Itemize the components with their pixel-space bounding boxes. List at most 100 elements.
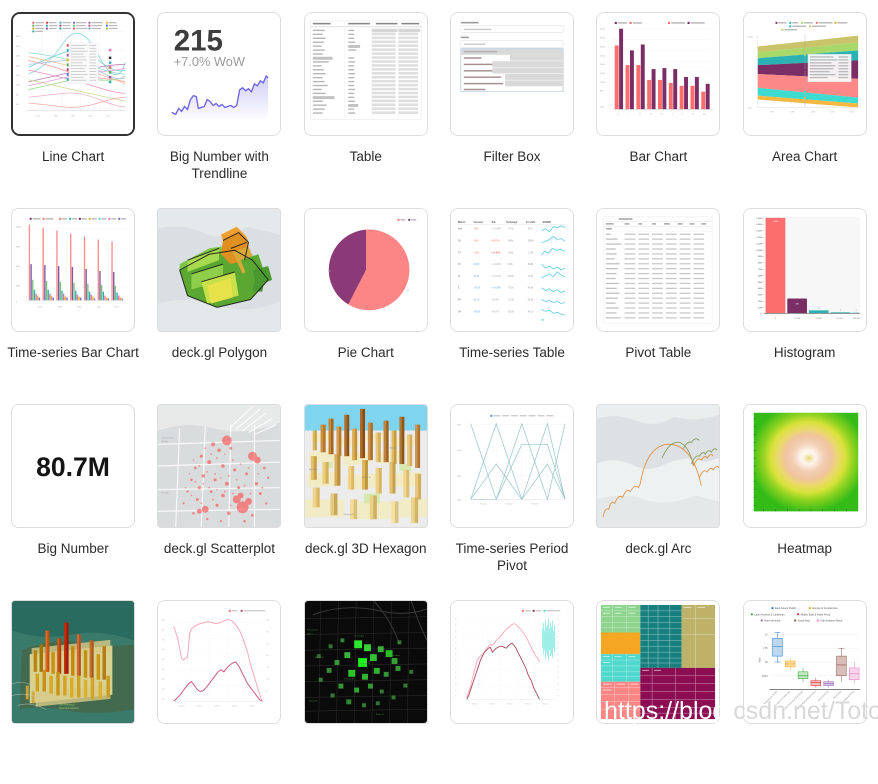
svg-text:Sub-Saharan Africa: Sub-Saharan Africa xyxy=(820,618,843,622)
gallery-item-label: Pivot Table xyxy=(625,345,692,360)
gallery-item-label: Filter Box xyxy=(483,149,541,164)
thumbnail-deckgl-screengrid[interactable]: Fisherman's Wharf Pacific Ave Market St Mi… xyxy=(303,600,428,724)
svg-text:Pacific Ave: Pacific Ave xyxy=(354,634,365,637)
deckgl-polygon-preview xyxy=(158,209,281,331)
svg-text:1970: 1970 xyxy=(36,116,40,118)
gallery-item-timeseries-table[interactable]: Metric Current %Δ %change 1st AVG SPARK shar… xyxy=(439,196,585,392)
gallery-item-histogram[interactable]: 1,500 1,400 1,300 1,200 1,100 1,000 900 800 70… xyxy=(731,196,877,392)
svg-text:-50.0: -50.0 xyxy=(474,229,480,231)
thumbnail-big-number[interactable]: 80.7M xyxy=(11,404,136,528)
svg-text:Mission: Mission xyxy=(389,447,396,449)
thumbnail-filter-box[interactable] xyxy=(450,12,575,136)
svg-text:shar: shar xyxy=(458,228,463,231)
gallery-item-box-plot[interactable]: East Asia & Pacific Europe & Central Asi… xyxy=(731,588,877,784)
gallery-item-deckgl-grid-3d[interactable]: San Francisco Botanical Gardens xyxy=(0,588,146,784)
svg-text:1,000: 1,000 xyxy=(756,250,762,252)
thumbnail-area-chart[interactable]: 5 000 0,00 1970 1980 1990 2000 2010 xyxy=(742,12,867,136)
visualization-gallery-grid: 6,000 5,000 4,000 3,000 2,000 1,000 500 100 xyxy=(0,0,878,784)
thumbnail-heatmap[interactable] xyxy=(742,404,867,528)
svg-text:1B: 1B xyxy=(764,661,767,664)
thumbnail-line-chart[interactable]: 6,000 5,000 4,000 3,000 2,000 1,000 500 100 xyxy=(11,12,136,136)
thumbnail-big-number-trendline[interactable]: 215 +7.0% WoW xyxy=(157,12,282,136)
svg-text:16: 16 xyxy=(455,690,457,692)
thumbnail-deckgl-scatterplot[interactable]: Golden Gate Bridge Presidio xyxy=(157,404,282,528)
svg-text:Market St: Market St xyxy=(315,656,324,659)
gallery-item-table[interactable]: Table xyxy=(293,0,439,196)
gallery-item-heatmap[interactable]: Heatmap xyxy=(731,392,877,588)
thumbnail-histogram[interactable]: 1,500 1,400 1,300 1,200 1,100 1,000 900 800 70… xyxy=(742,208,867,332)
deckgl-arc-preview xyxy=(597,405,720,527)
histogram-preview: 1,5001,4001,300 1,2001,1001,000 90080070… xyxy=(743,209,866,331)
svg-text:East Asia & Pacific: East Asia & Pacific xyxy=(775,606,797,610)
svg-text:San Francisco: San Francisco xyxy=(59,703,75,706)
gallery-item-big-number[interactable]: 80.7M Big Number xyxy=(0,392,146,588)
svg-text:30: 30 xyxy=(557,678,559,680)
svg-text:1990-01: 1990-01 xyxy=(525,703,531,705)
thumbnail-timeseries-table[interactable]: Metric Current %Δ %change 1st AVG SPARK shar… xyxy=(450,208,575,332)
gallery-item-big-number-trendline[interactable]: 215 +7.0% WoW Big Number with Trendline xyxy=(146,0,292,196)
svg-text:1,100: 1,100 xyxy=(756,243,762,245)
gallery-item-timeseries-bar-chart[interactable]: 100M 75M 50M 25M 0 1970 1980 1990 2000 2… xyxy=(0,196,146,392)
svg-text:Wharf: Wharf xyxy=(307,632,313,635)
gallery-item-dual-axis-line[interactable]: 40 38 36 34 32 30 28 26 24 22 20 18 16 14 80 75 70 … xyxy=(439,588,585,784)
svg-text:Value: Value xyxy=(759,656,761,662)
svg-text:2000-01: 2000-01 xyxy=(543,703,549,705)
bar-chart-preview: 4 0003 5003 000 2 5002 0001 500 1 000500… xyxy=(597,13,720,135)
gallery-item-deckgl-screengrid[interactable]: Fisherman's Wharf Pacific Ave Market St Mi… xyxy=(293,588,439,784)
gallery-item-area-chart[interactable]: 5 000 0,00 1970 1980 1990 2000 2010 Area… xyxy=(731,0,877,196)
gallery-item-label: Heatmap xyxy=(777,541,833,556)
svg-text:1990-01: 1990-01 xyxy=(232,705,238,707)
gallery-item-deckgl-hexagon[interactable]: Market St Van Ness Mission Brannan St deck… xyxy=(293,392,439,588)
svg-text:3: 3 xyxy=(855,309,856,311)
deckgl-scatterplot-preview: Golden GateBridge Presidio xyxy=(158,405,281,527)
svg-text:100: 100 xyxy=(162,698,165,700)
thumbnail-deckgl-arc[interactable] xyxy=(596,404,721,528)
svg-text:20: 20 xyxy=(557,690,559,692)
thumbnail-deckgl-hexagon[interactable]: Market St Van Ness Mission Brannan St xyxy=(303,404,428,528)
gallery-item-label: deck.gl Scatterplot xyxy=(163,541,275,556)
gallery-item-bar-chart[interactable]: 4 000 3 500 3 000 2 500 2 000 1 500 1 000 500… xyxy=(585,0,731,196)
thumbnail-timeseries-period-pivot[interactable]: 4000 3000 2000 1000 Period 1 Period 2 Period … xyxy=(450,404,575,528)
svg-text:Latin America & Caribbean: Latin America & Caribbean xyxy=(754,612,785,616)
svg-text:56.8k: 56.8k xyxy=(528,300,534,302)
gallery-item-pivot-table[interactable]: Pivot Table xyxy=(585,196,731,392)
gallery-item-treemap[interactable] xyxy=(585,588,731,784)
gallery-item-deckgl-arc[interactable]: deck.gl Arc xyxy=(585,392,731,588)
svg-text:250: 250 xyxy=(267,643,270,645)
gallery-item-deckgl-scatterplot[interactable]: Golden Gate Bridge Presidio deck.gl Scatt… xyxy=(146,392,292,588)
gallery-item-line-chart-pink[interactable]: 900 800 700 600 500 400 300 200 100 350 300 250 … xyxy=(146,588,292,784)
svg-text:1,300: 1,300 xyxy=(756,231,762,233)
thumbnail-dual-axis-line[interactable]: 40 38 36 34 32 30 28 26 24 22 20 18 16 14 80 75 70 … xyxy=(450,600,575,724)
gallery-item-pie-chart[interactable]: M F Pie Chart xyxy=(293,196,439,392)
svg-text:40: 40 xyxy=(557,666,559,668)
svg-text:30: 30 xyxy=(455,648,457,650)
gallery-item-deckgl-polygon[interactable]: deck.gl Polygon xyxy=(146,196,292,392)
svg-text:15: 15 xyxy=(557,695,559,697)
svg-text:600: 600 xyxy=(162,649,165,651)
thumbnail-timeseries-bar-chart[interactable]: 100M 75M 50M 25M 0 1970 1980 1990 2000 2… xyxy=(11,208,136,332)
svg-text:J: J xyxy=(672,113,673,115)
thumbnail-bar-chart[interactable]: 4 000 3 500 3 000 2 500 2 000 1 500 1 000 500… xyxy=(596,12,721,136)
svg-text:38: 38 xyxy=(455,625,457,627)
thumbnail-line-chart-pink[interactable]: 900 800 700 600 500 400 300 200 100 350 300 250 … xyxy=(157,600,282,724)
gallery-item-timeseries-period-pivot[interactable]: 4000 3000 2000 1000 Period 1 Period 2 Period … xyxy=(439,392,585,588)
thumbnail-pie-chart[interactable]: M F xyxy=(303,208,428,332)
svg-text:Bridge: Bridge xyxy=(162,440,169,443)
gallery-item-filter-box[interactable]: Filter Box xyxy=(439,0,585,196)
svg-text:+ 10.08%: + 10.08% xyxy=(491,229,501,231)
gallery-item-label: Area Chart xyxy=(771,149,838,164)
thumbnail-deckgl-polygon[interactable] xyxy=(157,208,282,332)
thumbnail-table[interactable] xyxy=(303,12,428,136)
svg-text:2000-01: 2000-01 xyxy=(250,705,256,707)
thumbnail-pivot-table[interactable] xyxy=(596,208,721,332)
svg-text:28: 28 xyxy=(455,654,457,656)
gallery-item-line-chart[interactable]: 6,000 5,000 4,000 3,000 2,000 1,000 500 100 xyxy=(0,0,146,196)
pivot-table-preview xyxy=(597,209,720,331)
svg-text:Europe & Central Asia: Europe & Central Asia xyxy=(812,606,838,610)
thumbnail-box-plot[interactable]: East Asia & Pacific Europe & Central Asi… xyxy=(742,600,867,724)
svg-text:1,400: 1,400 xyxy=(756,223,762,226)
thumbnail-deckgl-grid-3d[interactable]: San Francisco Botanical Gardens xyxy=(11,600,136,724)
svg-text:-50.6: -50.6 xyxy=(474,240,480,242)
svg-text:65: 65 xyxy=(557,636,559,638)
thumbnail-treemap[interactable] xyxy=(596,600,721,724)
